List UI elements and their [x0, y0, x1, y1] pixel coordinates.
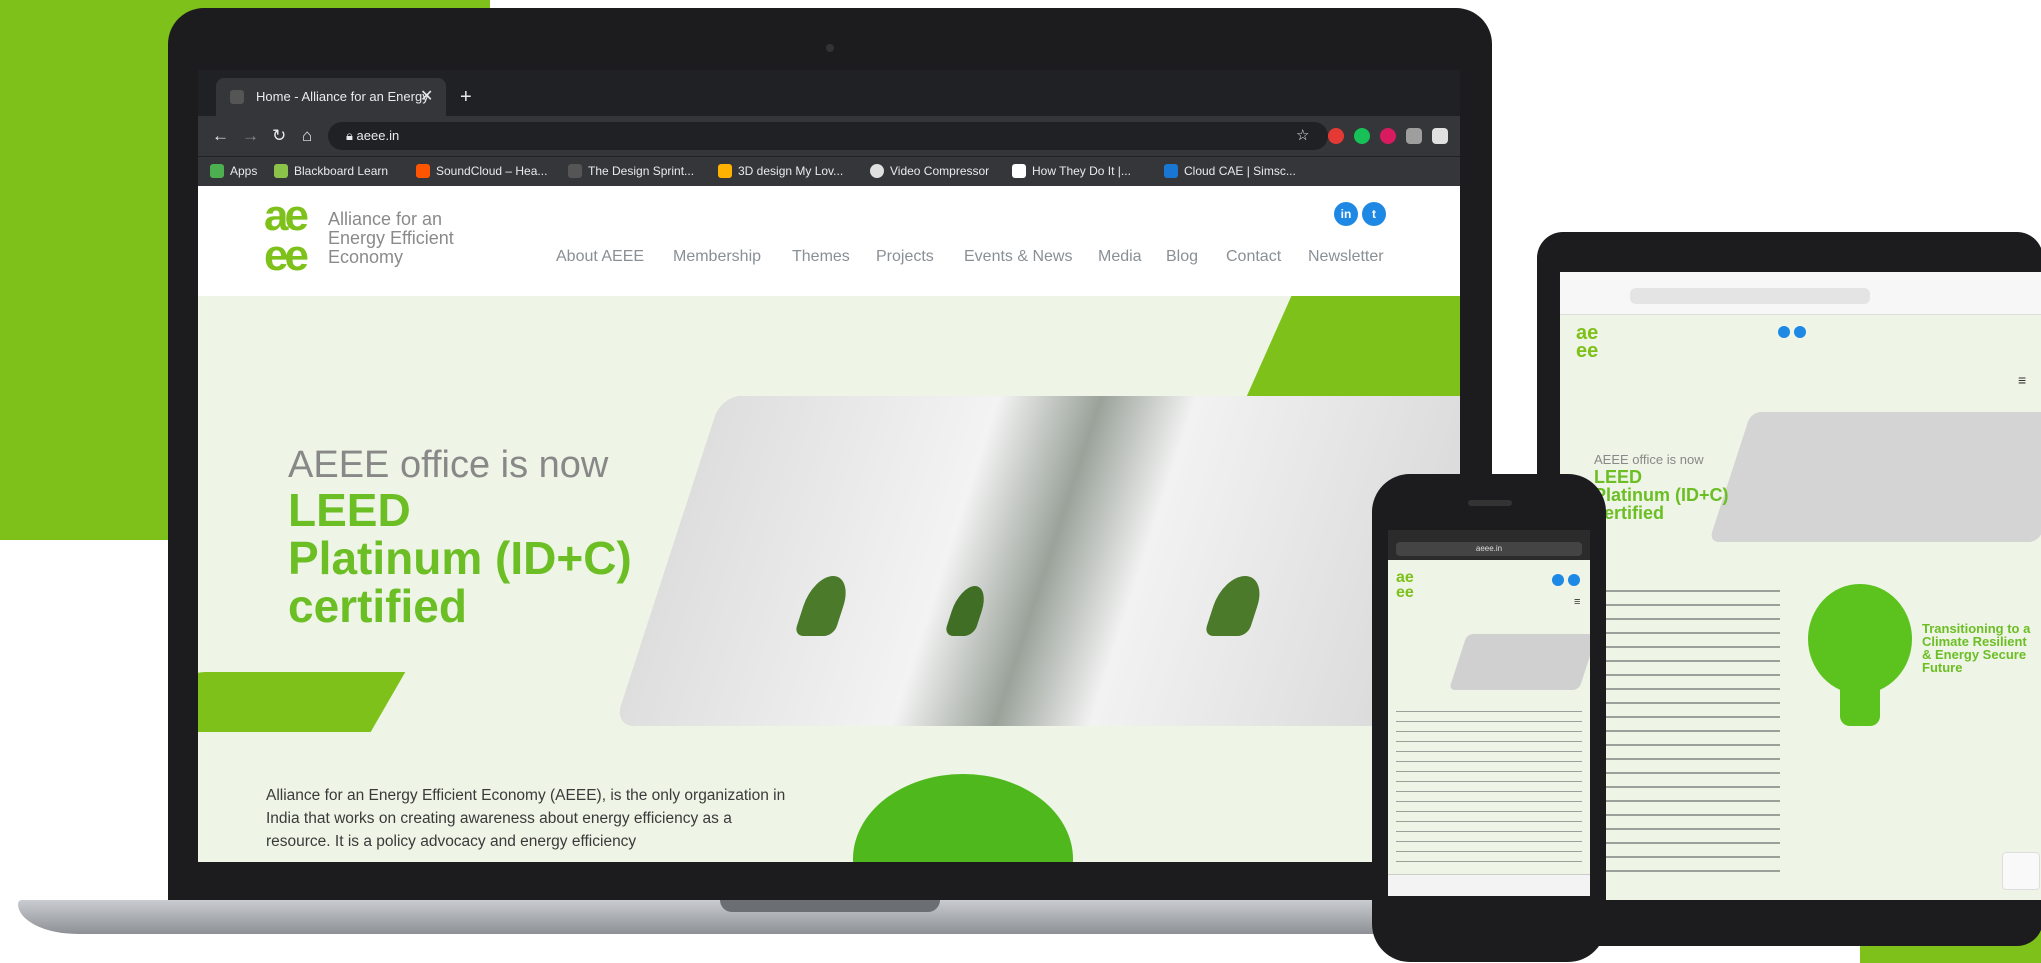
- phone-screen: aeee.in ae ee ≡: [1388, 530, 1590, 896]
- menu-item-membership[interactable]: Membership: [673, 248, 761, 266]
- reload-icon[interactable]: ↻: [272, 116, 286, 156]
- hero-heading: AEEE office is now: [288, 444, 609, 486]
- laptop-screen: Home - Alliance for an Energy ✕ + ← → ↻ …: [198, 70, 1460, 862]
- tab-title: Home - Alliance for an Energy: [256, 89, 429, 104]
- logo-line: Alliance for an: [328, 209, 443, 229]
- hero-line: LEED: [288, 484, 411, 536]
- bookmark-item[interactable]: Blackboard Learn: [294, 156, 388, 186]
- tab-close-icon[interactable]: ✕: [420, 78, 433, 116]
- menu-item-contact[interactable]: Contact: [1226, 248, 1281, 266]
- address-bar[interactable]: 🔒︎ aeee.in: [328, 122, 1328, 150]
- bookmark-icon: [1164, 164, 1178, 178]
- forward-icon[interactable]: →: [242, 116, 259, 156]
- logo-line: Energy Efficient: [328, 228, 454, 248]
- lightbulb-base-icon: [1840, 686, 1880, 726]
- soundcloud-icon: [416, 164, 430, 178]
- recaptcha-badge[interactable]: [2002, 852, 2040, 890]
- bookmark-icon: [274, 164, 288, 178]
- bookmark-item[interactable]: How They Do It |...: [1032, 156, 1131, 186]
- tablet-hero-heading: AEEE office is now: [1594, 452, 1704, 467]
- back-icon[interactable]: ←: [212, 116, 229, 156]
- phone-hero-photo: [1448, 634, 1590, 690]
- bookmark-item[interactable]: Cloud CAE | Simsc...: [1184, 156, 1296, 186]
- laptop-camera: [826, 44, 834, 52]
- laptop-notch: [720, 900, 940, 912]
- bookmark-icon: [568, 164, 582, 178]
- bookmark-item[interactable]: The Design Sprint...: [588, 156, 694, 186]
- phone-speaker: [1468, 500, 1512, 506]
- hero-line: Platinum (ID+C): [288, 532, 632, 584]
- menu-item-events-news[interactable]: Events & News: [964, 248, 1072, 266]
- lock-icon: 🔒︎: [346, 128, 357, 143]
- phone-bottom-bar: [1388, 874, 1590, 896]
- bookmark-item[interactable]: Apps: [230, 156, 257, 186]
- hero-line: certified: [1594, 503, 1665, 523]
- logo-mark-icon: ae ee: [264, 191, 309, 280]
- bookmark-item[interactable]: 3D design My Lov...: [738, 156, 843, 186]
- home-icon[interactable]: ⌂: [302, 116, 312, 156]
- menu-item-themes[interactable]: Themes: [792, 248, 850, 266]
- tab-favicon-icon: [230, 90, 244, 104]
- bookmark-item[interactable]: Video Compressor: [890, 156, 989, 186]
- bookmark-icon: [870, 164, 884, 178]
- phone-logo[interactable]: ae ee: [1396, 570, 1414, 601]
- new-tab-icon[interactable]: +: [460, 78, 472, 116]
- star-icon[interactable]: ☆: [1296, 116, 1309, 156]
- phone-menu-icon[interactable]: ≡: [1574, 596, 1580, 608]
- menu-item-blog[interactable]: Blog: [1166, 248, 1198, 266]
- tablet-linkedin-icon[interactable]: [1794, 326, 1806, 338]
- tablet-hero-photo: [1708, 412, 2041, 542]
- bookmark-icon: [1012, 164, 1026, 178]
- logo-line: Economy: [328, 247, 404, 267]
- extension-icon[interactable]: [1354, 128, 1370, 144]
- extension-icon[interactable]: [1380, 128, 1396, 144]
- hero-highlight: LEED Platinum (ID+C) certified: [288, 486, 632, 630]
- tablet-menu-icon[interactable]: ≡: [2018, 372, 2026, 388]
- browser-tab[interactable]: Home - Alliance for an Energy: [216, 78, 446, 116]
- hero-line: Platinum (ID+C): [1594, 485, 1729, 505]
- office-photo-fill: [614, 396, 1460, 726]
- bookmark-item[interactable]: SoundCloud – Hea...: [436, 156, 547, 186]
- hero-line: LEED: [1594, 467, 1643, 487]
- lightbulb-icon: [1808, 584, 1912, 694]
- extension-icon[interactable]: [1432, 128, 1448, 144]
- tablet-twitter-icon[interactable]: [1778, 326, 1790, 338]
- phone-body-text-placeholder: [1396, 706, 1582, 866]
- hero-office-photo: [614, 396, 1460, 726]
- logo-text: Alliance for an Energy Efficient Economy: [328, 210, 454, 267]
- tablet-hero-highlight: LEED Platinum (ID+C) certified: [1594, 468, 1729, 522]
- extension-icon[interactable]: [1406, 128, 1422, 144]
- phone-address-bar[interactable]: aeee.in: [1396, 542, 1582, 556]
- phone-twitter-icon[interactable]: [1552, 574, 1564, 586]
- decorative-green-shape: [198, 672, 406, 732]
- site-logo[interactable]: ae ee Alliance for an Energy Efficient Ec…: [264, 191, 464, 280]
- tablet-body-text-placeholder: [1600, 584, 1780, 884]
- website-viewport: ae ee Alliance for an Energy Efficient Ec…: [198, 186, 1460, 862]
- apps-icon: [210, 164, 224, 178]
- phone-url: aeee.in: [1475, 544, 1503, 553]
- hero-line: certified: [288, 580, 467, 632]
- menu-item-media[interactable]: Media: [1098, 248, 1142, 266]
- tablet-screen: ae ee ≡ AEEE office is now LEED Platinum …: [1560, 272, 2041, 900]
- intro-paragraph: Alliance for an Energy Efficient Economy…: [266, 787, 786, 850]
- menu-item-about[interactable]: About AEEE: [556, 248, 644, 266]
- twitter-icon[interactable]: t: [1362, 202, 1386, 226]
- tablet-logo[interactable]: ae ee: [1576, 323, 1598, 361]
- bookmark-icon: [718, 164, 732, 178]
- tablet-address-bar[interactable]: [1630, 288, 1870, 304]
- menu-item-projects[interactable]: Projects: [876, 248, 934, 266]
- tablet-tagline: Transitioning to a Climate Resilient & E…: [1922, 621, 2031, 675]
- url-text: aeee.in: [356, 128, 400, 143]
- extension-icon[interactable]: [1328, 128, 1344, 144]
- linkedin-icon[interactable]: in: [1334, 202, 1358, 226]
- menu-item-newsletter[interactable]: Newsletter: [1308, 248, 1384, 266]
- phone-linkedin-icon[interactable]: [1568, 574, 1580, 586]
